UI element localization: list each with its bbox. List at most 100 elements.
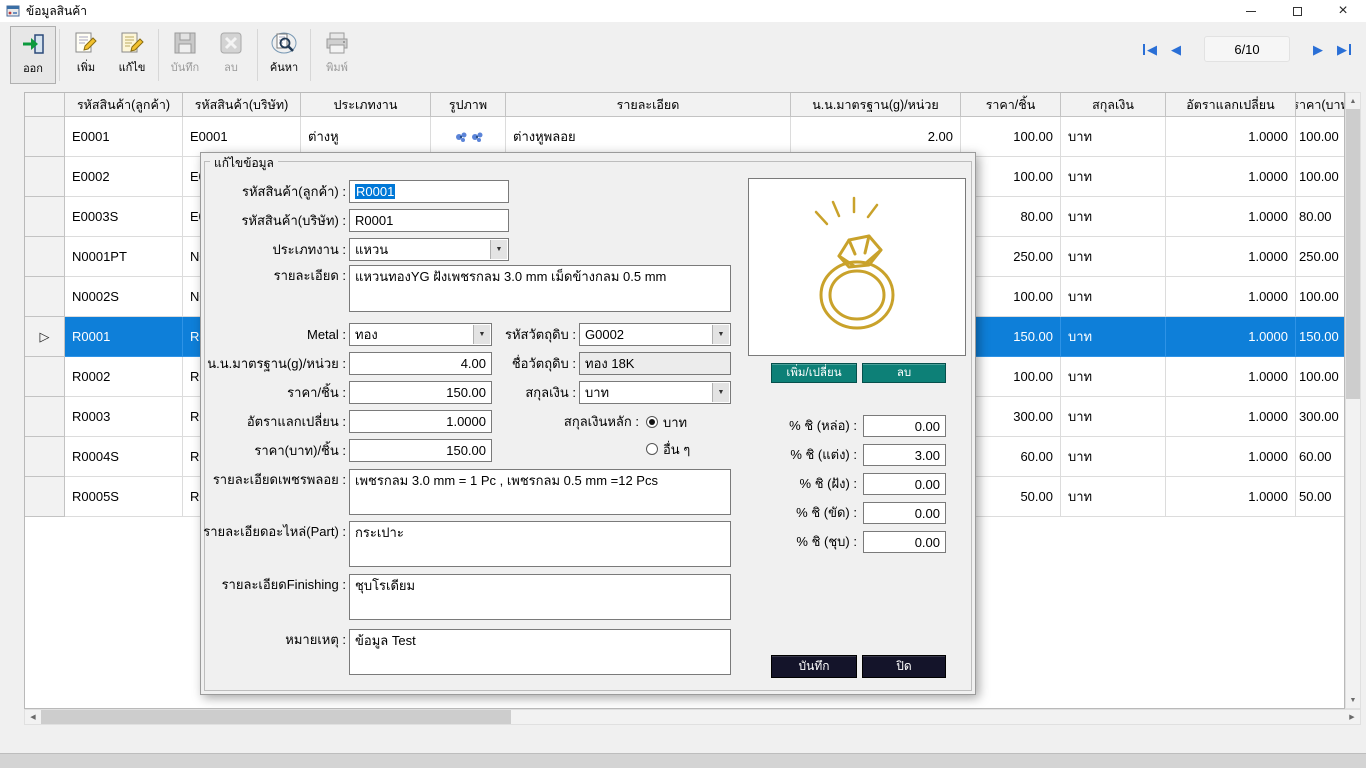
cell-price[interactable]: 100.00 — [961, 277, 1061, 317]
cell-price[interactable]: 100.00 — [961, 157, 1061, 197]
chevron-down-icon[interactable]: ▼ — [712, 325, 729, 344]
part-detail-textarea[interactable]: กระเปาะ — [349, 521, 731, 567]
row-selector[interactable] — [25, 237, 65, 277]
last-record-button[interactable]: ▶ — [1330, 40, 1358, 59]
cell-work-type[interactable]: ต่างหู — [301, 117, 431, 157]
scroll-up-button[interactable]: ▲ — [1346, 93, 1360, 109]
cell-currency[interactable]: บาท — [1061, 157, 1166, 197]
cell-price[interactable]: 100.00 — [961, 357, 1061, 397]
image-add-change-button[interactable]: เพิ่ม/เปลี่ยน — [771, 363, 857, 383]
column-header[interactable]: ราคา/ชิ้น — [961, 93, 1061, 117]
metal-combobox[interactable]: ทอง ▼ — [349, 323, 492, 346]
cell-customer-code[interactable]: R0001 — [65, 317, 183, 357]
row-selector[interactable] — [25, 277, 65, 317]
cell-description[interactable]: ต่างหูพลอย — [506, 117, 791, 157]
cell-exchange-rate[interactable]: 1.0000 — [1166, 197, 1296, 237]
toolbar-button-exit[interactable]: ออก — [10, 26, 56, 84]
cell-customer-code[interactable]: R0002 — [65, 357, 183, 397]
exchange-rate-input[interactable]: 1.0000 — [349, 410, 492, 433]
close-button[interactable]: × — [1320, 0, 1366, 22]
customer-code-input[interactable]: R0001 — [349, 180, 509, 203]
cell-company-code[interactable]: E0001 — [183, 117, 301, 157]
cell-price[interactable]: 50.00 — [961, 477, 1061, 517]
main-currency-baht-radio[interactable]: บาท — [646, 414, 687, 430]
cell-customer-code[interactable]: R0005S — [65, 477, 183, 517]
column-header[interactable]: ประเภทงาน — [301, 93, 431, 117]
column-header[interactable]: น.น.มาตรฐาน(g)/หน่วย — [791, 93, 961, 117]
remark-textarea[interactable]: ข้อมูล Test — [349, 629, 731, 675]
minimize-button[interactable] — [1228, 0, 1274, 22]
column-header[interactable]: รหัสสินค้า(บริษัท) — [183, 93, 301, 117]
cell-price-baht[interactable]: 100.00 — [1296, 277, 1345, 317]
column-header[interactable]: ราคา(บาท — [1296, 93, 1345, 117]
cell-price-baht[interactable]: 60.00 — [1296, 437, 1345, 477]
cell-currency[interactable]: บาท — [1061, 197, 1166, 237]
cell-exchange-rate[interactable]: 1.0000 — [1166, 277, 1296, 317]
cell-customer-code[interactable]: E0003S — [65, 197, 183, 237]
cell-exchange-rate[interactable]: 1.0000 — [1166, 317, 1296, 357]
cell-customer-code[interactable]: N0001PT — [65, 237, 183, 277]
cell-currency[interactable]: บาท — [1061, 477, 1166, 517]
horizontal-scrollbar[interactable]: ◀ ▶ — [24, 709, 1361, 725]
dialog-close-button[interactable]: ปิด — [862, 655, 946, 678]
prev-record-button[interactable]: ◀ — [1164, 40, 1188, 59]
percent-field-input[interactable]: 0.00 — [863, 531, 946, 553]
material-code-combobox[interactable]: G0002 ▼ — [579, 323, 731, 346]
cell-currency[interactable]: บาท — [1061, 397, 1166, 437]
std-weight-input[interactable]: 4.00 — [349, 352, 492, 375]
row-selector[interactable] — [25, 157, 65, 197]
row-selector[interactable] — [25, 397, 65, 437]
cell-price-baht[interactable]: 150.00 — [1296, 317, 1345, 357]
company-code-input[interactable]: R0001 — [349, 209, 509, 232]
cell-currency[interactable]: บาท — [1061, 117, 1166, 157]
table-row[interactable]: E0001E0001ต่างหูต่างหูพลอย2.00100.00บาท1… — [25, 117, 1344, 157]
scroll-down-button[interactable]: ▼ — [1346, 692, 1360, 708]
cell-exchange-rate[interactable]: 1.0000 — [1166, 357, 1296, 397]
work-type-combobox[interactable]: แหวน ▼ — [349, 238, 509, 261]
cell-exchange-rate[interactable]: 1.0000 — [1166, 437, 1296, 477]
row-selector[interactable] — [25, 437, 65, 477]
cell-currency[interactable]: บาท — [1061, 277, 1166, 317]
vertical-scrollbar[interactable]: ▲ ▼ — [1345, 92, 1361, 709]
price-per-piece-input[interactable]: 150.00 — [349, 381, 492, 404]
first-record-button[interactable]: ◀ — [1136, 40, 1164, 59]
cell-exchange-rate[interactable]: 1.0000 — [1166, 237, 1296, 277]
cell-price[interactable]: 300.00 — [961, 397, 1061, 437]
percent-field-input[interactable]: 0.00 — [863, 473, 946, 495]
next-record-button[interactable]: ▶ — [1306, 40, 1330, 59]
column-header[interactable]: รหัสสินค้า(ลูกค้า) — [65, 93, 183, 117]
cell-price[interactable]: 250.00 — [961, 237, 1061, 277]
cell-customer-code[interactable]: R0003 — [65, 397, 183, 437]
maximize-button[interactable] — [1274, 0, 1320, 22]
row-selector-header[interactable] — [25, 93, 65, 117]
cell-price-baht[interactable]: 100.00 — [1296, 157, 1345, 197]
toolbar-button-search[interactable]: ค้นหา — [261, 26, 307, 84]
cell-price-baht[interactable]: 300.00 — [1296, 397, 1345, 437]
scroll-left-button[interactable]: ◀ — [25, 710, 41, 724]
cell-exchange-rate[interactable]: 1.0000 — [1166, 477, 1296, 517]
cell-customer-code[interactable]: N0002S — [65, 277, 183, 317]
percent-field-input[interactable]: 0.00 — [863, 502, 946, 524]
row-selector[interactable] — [25, 117, 65, 157]
cell-customer-code[interactable]: E0002 — [65, 157, 183, 197]
toolbar-button-add[interactable]: เพิ่ม — [63, 26, 109, 84]
cell-price[interactable]: 80.00 — [961, 197, 1061, 237]
column-header[interactable]: สกุลเงิน — [1061, 93, 1166, 117]
cell-price[interactable]: 150.00 — [961, 317, 1061, 357]
cell-exchange-rate[interactable]: 1.0000 — [1166, 117, 1296, 157]
vertical-scroll-track[interactable] — [1346, 399, 1360, 692]
currency-combobox[interactable]: บาท ▼ — [579, 381, 731, 404]
description-textarea[interactable]: แหวนทองYG ฝังเพชรกลม 3.0 mm เม็ดข้างกลม … — [349, 265, 731, 312]
finishing-detail-textarea[interactable]: ชุบโรเดียม — [349, 574, 731, 620]
column-header[interactable]: รูปภาพ — [431, 93, 506, 117]
row-selector[interactable] — [25, 477, 65, 517]
scroll-right-button[interactable]: ▶ — [1344, 710, 1360, 724]
percent-field-input[interactable]: 0.00 — [863, 415, 946, 437]
cell-currency[interactable]: บาท — [1061, 317, 1166, 357]
gem-detail-textarea[interactable]: เพชรกลม 3.0 mm = 1 Pc , เพชรกลม 0.5 mm =… — [349, 469, 731, 515]
cell-exchange-rate[interactable]: 1.0000 — [1166, 157, 1296, 197]
cell-currency[interactable]: บาท — [1061, 357, 1166, 397]
percent-field-input[interactable]: 3.00 — [863, 444, 946, 466]
toolbar-button-edit[interactable]: แก้ไข — [109, 26, 155, 84]
cell-currency[interactable]: บาท — [1061, 437, 1166, 477]
